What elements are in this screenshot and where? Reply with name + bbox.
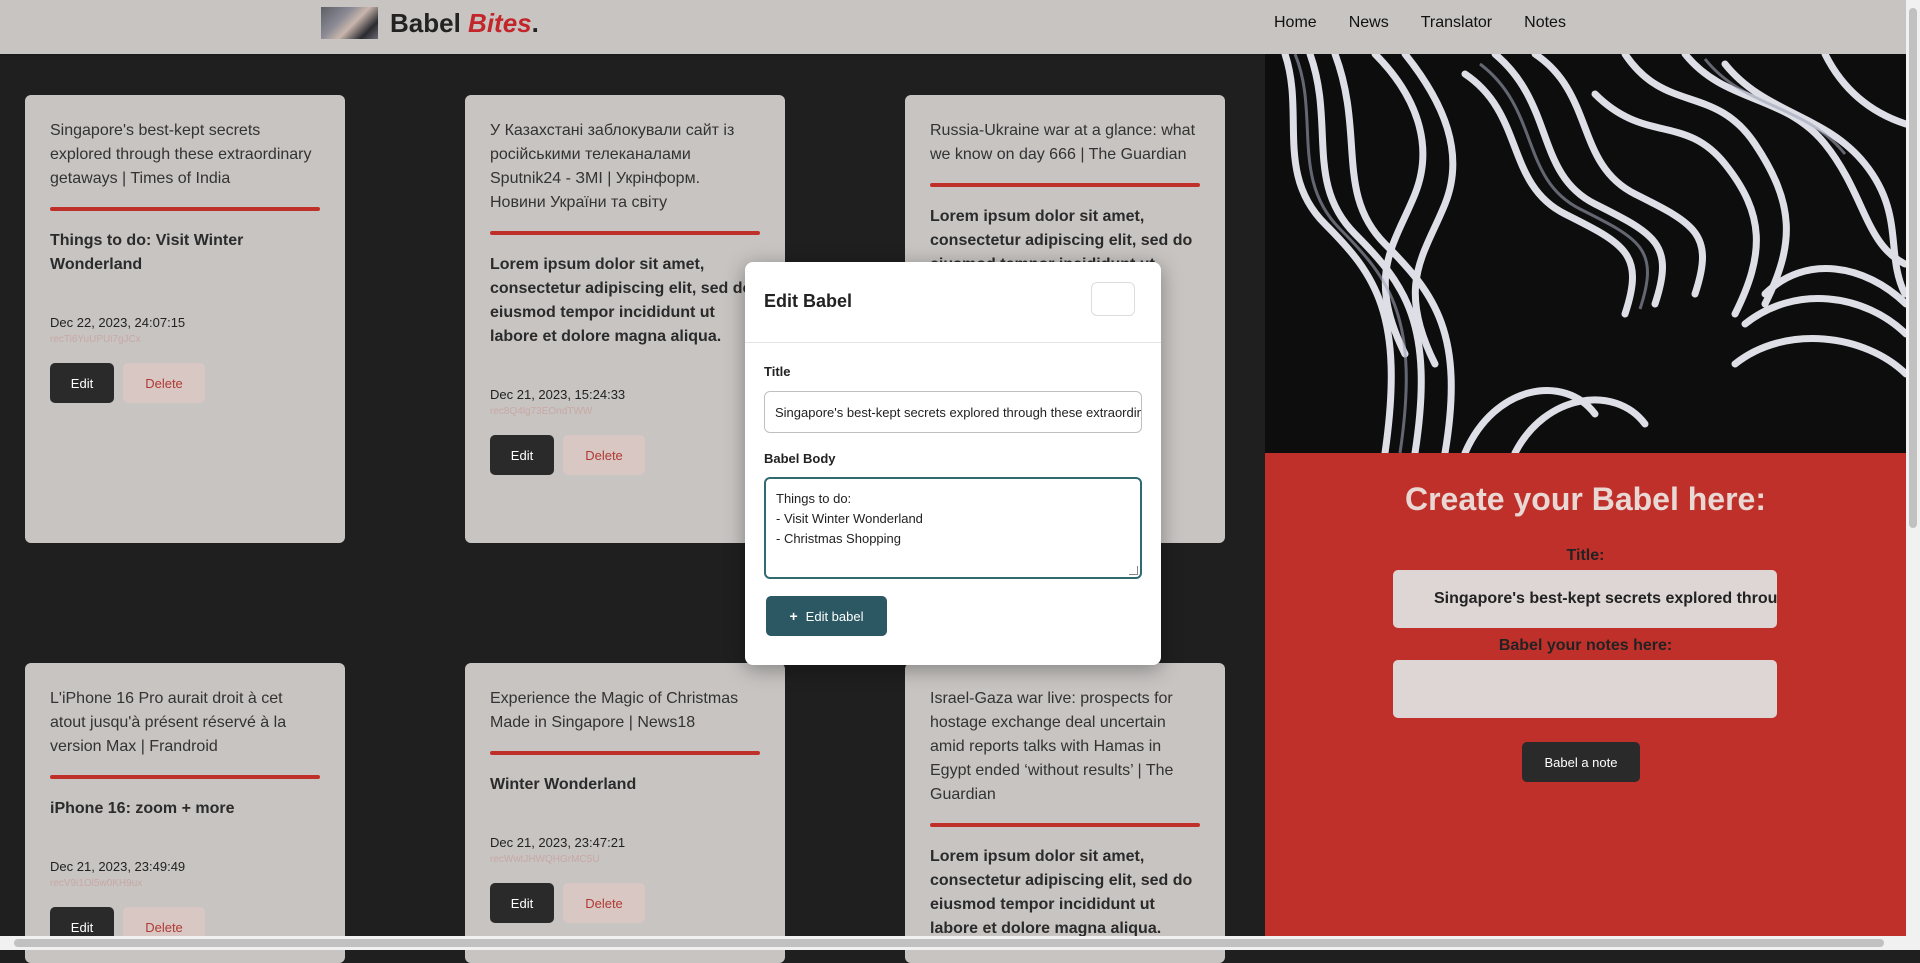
- plus-icon: +: [789, 608, 798, 624]
- nav-notes[interactable]: Notes: [1524, 14, 1566, 32]
- card-title: L'iPhone 16 Pro aurait droit à cet atout…: [50, 690, 287, 755]
- card-date: Dec 21, 2023, 23:49:49: [50, 859, 186, 874]
- body-line: - Visit Winter Wonderland: [776, 511, 923, 526]
- babel-card: Singapore's best-kept secrets explored t…: [25, 95, 345, 543]
- card-body: Things to do: Visit Winter Wonderland: [50, 232, 244, 273]
- card-body: Lorem ipsum dolor sit amet, consectetur …: [930, 848, 1193, 937]
- create-notes-label: Babel your notes here:: [1498, 637, 1673, 654]
- babel-card: L'iPhone 16 Pro aurait droit à cet atout…: [25, 663, 345, 963]
- babel-card: Experience the Magic of Christmas Made i…: [465, 663, 785, 963]
- delete-button[interactable]: Delete: [123, 363, 205, 403]
- body-line: Things to do:: [776, 491, 852, 506]
- babel-a-note-button[interactable]: Babel a note: [1522, 742, 1640, 782]
- card-actions: Edit Delete: [490, 435, 760, 475]
- close-button[interactable]: [1091, 282, 1135, 316]
- body-line: - Christmas Shopping: [776, 531, 901, 546]
- card-divider: [930, 183, 1200, 187]
- card-divider: [50, 775, 320, 779]
- brand-accent: Bites: [468, 8, 532, 38]
- vertical-scroll-thumb[interactable]: [1909, 8, 1917, 528]
- card-date: Dec 22, 2023, 24:07:15: [50, 315, 186, 330]
- main-nav: Home News Translator Notes: [1274, 14, 1566, 32]
- edit-babel-label: Edit babel: [805, 608, 864, 624]
- modal-header: Edit Babel: [745, 262, 1161, 343]
- brand-name[interactable]: Babel Bites.: [390, 8, 539, 39]
- horizontal-scroll-thumb[interactable]: [14, 939, 1884, 947]
- vertical-scrollbar[interactable]: [1906, 0, 1920, 950]
- top-navbar: Babel Bites. Home News Translator Notes: [0, 0, 1906, 54]
- brand-dot: .: [531, 8, 539, 38]
- card-title: Experience the Magic of Christmas Made i…: [490, 690, 739, 731]
- card-record-id: rec8Q4lg73EOndTWW: [490, 406, 593, 417]
- edit-babel-modal: Edit Babel Title Singapore's best-kept s…: [745, 262, 1161, 665]
- create-title-label: Title:: [1566, 547, 1605, 564]
- card-body: Winter Wonderland: [490, 776, 637, 793]
- delete-button[interactable]: Delete: [563, 435, 645, 475]
- brand-main: Babel: [390, 8, 461, 38]
- edit-button[interactable]: Edit: [50, 363, 114, 403]
- card-divider: [50, 207, 320, 211]
- modal-title: Edit Babel: [764, 291, 853, 311]
- card-record-id: recTi6YuUPUi7gJCx: [50, 334, 141, 345]
- create-notes-input[interactable]: [1393, 660, 1777, 718]
- card-divider: [490, 751, 760, 755]
- edit-button[interactable]: Edit: [490, 883, 554, 923]
- delete-button[interactable]: Delete: [563, 883, 645, 923]
- title-input[interactable]: Singapore's best-kept secrets explored t…: [764, 391, 1142, 433]
- logo-image[interactable]: [321, 7, 378, 39]
- create-title-input[interactable]: Singapore's best-kept secrets explored t…: [1393, 570, 1777, 628]
- card-body: Lorem ipsum dolor sit amet, consectetur …: [490, 256, 753, 345]
- card-divider: [930, 823, 1200, 827]
- card-actions: Edit Delete: [490, 883, 760, 923]
- card-record-id: recV9i1Ol5w0KH9ux: [50, 878, 143, 889]
- edit-babel-button[interactable]: + Edit babel: [766, 596, 887, 636]
- card-actions: Edit Delete: [50, 363, 320, 403]
- card-title: Singapore's best-kept secrets explored t…: [50, 122, 312, 187]
- card-title: У Казахстані заблокували сайт із російсь…: [490, 122, 735, 211]
- card-date: Dec 21, 2023, 23:47:21: [490, 835, 626, 850]
- card-date: Dec 21, 2023, 15:24:33: [490, 387, 626, 402]
- card-divider: [490, 231, 760, 235]
- babel-card: Israel-Gaza war live: prospects for host…: [905, 663, 1225, 963]
- card-record-id: recWwtJHWQHGrMC5U: [490, 854, 600, 865]
- body-label: Babel Body: [764, 451, 836, 466]
- card-title: Russia-Ukraine war at a glance: what we …: [930, 122, 1196, 163]
- abstract-lines-art: [1281, 54, 1906, 453]
- nav-home[interactable]: Home: [1274, 14, 1317, 32]
- nav-news[interactable]: News: [1349, 14, 1389, 32]
- babel-card: У Казахстані заблокували сайт із російсь…: [465, 95, 785, 543]
- create-babel-panel: Create your Babel here: Title: Singapore…: [1265, 453, 1906, 950]
- horizontal-scrollbar[interactable]: [0, 936, 1906, 950]
- nav-translator[interactable]: Translator: [1421, 14, 1492, 32]
- resize-handle[interactable]: [1129, 566, 1138, 575]
- title-label: Title: [764, 364, 791, 379]
- hero-image: [1265, 54, 1906, 453]
- body-textarea[interactable]: Things to do: - Visit Winter Wonderland …: [764, 477, 1142, 579]
- card-body: iPhone 16: zoom + more: [50, 800, 235, 817]
- card-title: Israel-Gaza war live: prospects for host…: [930, 690, 1174, 803]
- create-heading: Create your Babel here:: [1404, 481, 1766, 517]
- edit-button[interactable]: Edit: [490, 435, 554, 475]
